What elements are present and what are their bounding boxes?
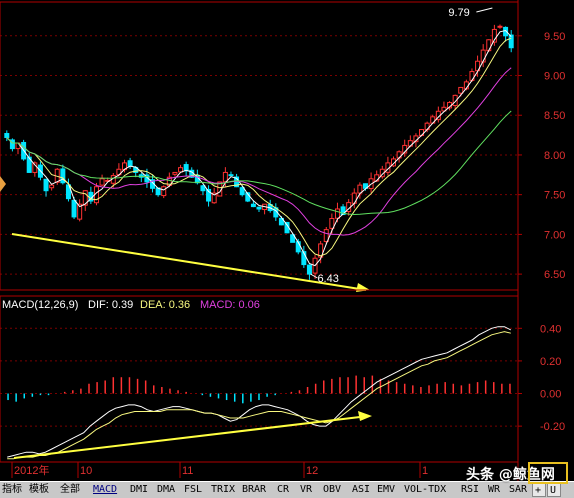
high-price-label: 9.79 [448,7,469,19]
price-trend-arrowhead [356,283,370,292]
candle-body [49,184,55,189]
candle-body [306,264,312,275]
price-frame [0,1,519,291]
tab-vol-tdx[interactable]: VOL-TDX [402,483,458,497]
x-tick-label: 12 [306,465,318,477]
candle-body [71,199,77,218]
price-tick-label: 7.00 [544,229,565,241]
macd-title: MACD(12,26,9) [2,299,78,311]
tab-macd[interactable]: MACD [91,483,127,497]
candle-body [250,203,256,208]
high-price-pointer [476,7,493,13]
candle-body [486,39,492,52]
candle-body [424,122,430,131]
macd-panel [7,326,512,460]
tab-dmi[interactable]: DMI [128,483,154,497]
candle-body [99,178,105,186]
candle-body [239,187,245,196]
tab-wr[interactable]: WR [486,483,506,497]
x-tick-label: 11 [182,465,193,477]
price-tick-label: 9.00 [544,71,565,83]
candle-body [200,185,206,192]
tab-指标[interactable]: 指标 [0,483,26,497]
tab-u[interactable]: U [547,483,561,497]
candle-body [161,186,167,197]
price-tick-label: 6.50 [544,269,565,281]
dif-label: DIF: 0.39 [88,299,133,311]
tab-emv[interactable]: EMV [375,483,401,497]
macd-tick-label: 0.40 [540,323,561,335]
tab-sar[interactable]: SAR [507,483,531,497]
x-tick-label: 10 [80,465,92,477]
tab-模板[interactable]: 模板 [27,483,57,497]
price-grid [0,35,518,427]
x-tick-label: 2012年 [14,463,49,477]
macd-trend-arrowhead [358,411,372,421]
tab-brar[interactable]: BRAR [240,483,274,497]
tab-vr[interactable]: VR [298,483,320,497]
watermark-box [528,462,568,484]
ma-green-line [6,110,512,216]
left-edge-marker-icon [0,176,6,192]
macd-value-label: MACD: 0.06 [200,299,260,311]
x-tick-label: 1 [422,465,428,477]
price-tick-label: 8.00 [544,150,565,162]
candle-body [127,160,133,167]
price-tick-label: 7.50 [544,190,565,202]
ma-yellow-line [6,37,512,257]
price-tick-label: 9.50 [544,31,565,43]
tab-asi[interactable]: ASI [350,483,374,497]
tab-obv[interactable]: OBV [321,483,349,497]
tab-fsl[interactable]: FSL [182,483,208,497]
candle-body [228,174,234,177]
candle-body [458,86,464,94]
dea-label: DEA: 0.36 [140,299,190,311]
dif-line [7,326,512,458]
macd-trend-arrow [13,416,361,459]
price-tick-label: 8.50 [544,110,565,122]
tab-rsi[interactable]: RSI [459,483,485,497]
candle-body [178,167,184,173]
candle-body [497,25,503,28]
tab-cr[interactable]: CR [275,483,297,497]
candle-body [4,133,10,138]
price-panel: 9.79 6.43 [4,7,514,292]
macd-tick-label: 0.00 [540,389,561,401]
tab-plus[interactable]: + [532,483,546,497]
chart-canvas: 9.79 6.43 9.50 9.00 8.50 8.00 7.50 7.00 6.50 0.4… [0,0,565,481]
candle-body [172,171,178,175]
tab-全部[interactable]: 全部 [58,483,90,497]
tab-dma[interactable]: DMA [155,483,181,497]
tab-trix[interactable]: TRIX [209,483,239,497]
candle-body [256,206,262,210]
candle-body [43,178,49,192]
candle-body [334,208,340,219]
low-price-label: 6.43 [317,273,338,285]
candle-body [508,34,514,49]
macd-frame [0,295,519,463]
macd-tick-label: 0.20 [540,356,561,368]
ma-white-line [6,29,512,267]
candle-body [222,171,228,183]
macd-tick-label: -0.20 [540,421,565,433]
